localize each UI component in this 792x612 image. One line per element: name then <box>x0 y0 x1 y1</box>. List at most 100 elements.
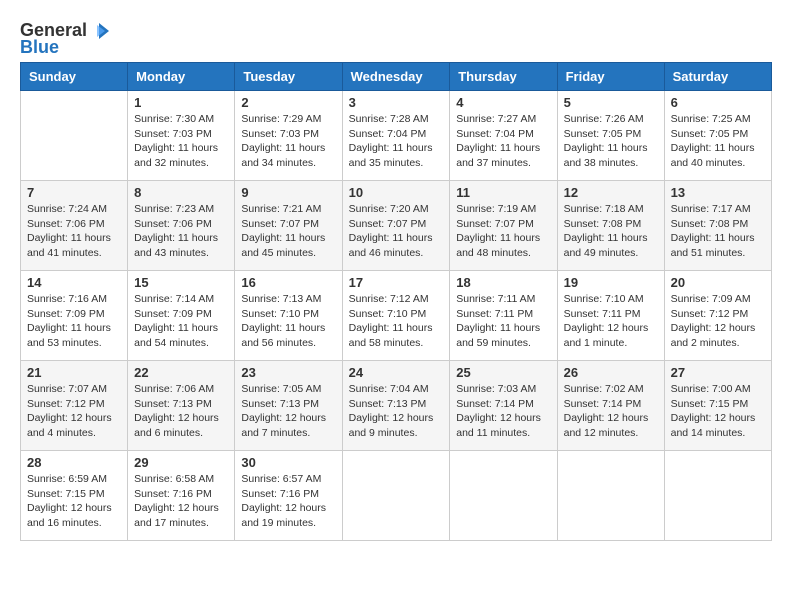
calendar-cell <box>450 451 557 541</box>
day-info: Sunrise: 7:20 AM Sunset: 7:07 PM Dayligh… <box>349 202 444 261</box>
day-info: Sunrise: 7:07 AM Sunset: 7:12 PM Dayligh… <box>27 382 121 441</box>
day-info: Sunrise: 7:00 AM Sunset: 7:15 PM Dayligh… <box>671 382 765 441</box>
calendar-cell: 3 Sunrise: 7:28 AM Sunset: 7:04 PM Daylig… <box>342 91 450 181</box>
day-number: 11 <box>456 185 550 200</box>
logo-bird-icon <box>89 21 109 41</box>
day-info: Sunrise: 7:11 AM Sunset: 7:11 PM Dayligh… <box>456 292 550 351</box>
calendar-cell: 12 Sunrise: 7:18 AM Sunset: 7:08 PM Dayli… <box>557 181 664 271</box>
calendar-cell: 16 Sunrise: 7:13 AM Sunset: 7:10 PM Dayli… <box>235 271 342 361</box>
day-info: Sunrise: 6:59 AM Sunset: 7:15 PM Dayligh… <box>27 472 121 531</box>
day-info: Sunrise: 7:16 AM Sunset: 7:09 PM Dayligh… <box>27 292 121 351</box>
calendar-cell: 14 Sunrise: 7:16 AM Sunset: 7:09 PM Dayli… <box>21 271 128 361</box>
day-info: Sunrise: 7:24 AM Sunset: 7:06 PM Dayligh… <box>27 202 121 261</box>
day-number: 2 <box>241 95 335 110</box>
calendar-cell: 2Sunrise: 7:29 AM Sunset: 7:03 PM Daylig… <box>235 91 342 181</box>
calendar-cell: 20 Sunrise: 7:09 AM Sunset: 7:12 PM Dayli… <box>664 271 771 361</box>
day-number: 15 <box>134 275 228 290</box>
day-number: 12 <box>564 185 658 200</box>
day-info: Sunrise: 7:23 AM Sunset: 7:06 PM Dayligh… <box>134 202 228 261</box>
calendar-cell: 21Sunrise: 7:07 AM Sunset: 7:12 PM Dayli… <box>21 361 128 451</box>
day-number: 14 <box>27 275 121 290</box>
logo-container: General Blue <box>20 20 109 58</box>
day-number: 24 <box>349 365 444 380</box>
calendar-cell: 26Sunrise: 7:02 AM Sunset: 7:14 PM Dayli… <box>557 361 664 451</box>
calendar-week-1: 1 Sunrise: 7:30 AM Sunset: 7:03 PM Daylig… <box>21 91 772 181</box>
calendar-cell: 25Sunrise: 7:03 AM Sunset: 7:14 PM Dayli… <box>450 361 557 451</box>
day-info: Sunrise: 7:06 AM Sunset: 7:13 PM Dayligh… <box>134 382 228 441</box>
day-info: Sunrise: 7:26 AM Sunset: 7:05 PM Dayligh… <box>564 112 658 171</box>
calendar-week-4: 21Sunrise: 7:07 AM Sunset: 7:12 PM Dayli… <box>21 361 772 451</box>
day-number: 17 <box>349 275 444 290</box>
day-number: 18 <box>456 275 550 290</box>
day-info: Sunrise: 7:19 AM Sunset: 7:07 PM Dayligh… <box>456 202 550 261</box>
calendar-cell: 24 Sunrise: 7:04 AM Sunset: 7:13 PM Dayli… <box>342 361 450 451</box>
day-number: 29 <box>134 455 228 470</box>
day-info: Sunrise: 6:58 AM Sunset: 7:16 PM Dayligh… <box>134 472 228 531</box>
day-number: 16 <box>241 275 335 290</box>
calendar-cell: 4 Sunrise: 7:27 AM Sunset: 7:04 PM Daylig… <box>450 91 557 181</box>
day-number: 9 <box>241 185 335 200</box>
calendar-cell: 6Sunrise: 7:25 AM Sunset: 7:05 PM Daylig… <box>664 91 771 181</box>
calendar-cell: 27 Sunrise: 7:00 AM Sunset: 7:15 PM Dayli… <box>664 361 771 451</box>
weekday-header-monday: Monday <box>128 63 235 91</box>
calendar-cell: 23 Sunrise: 7:05 AM Sunset: 7:13 PM Dayli… <box>235 361 342 451</box>
logo: General Blue <box>20 20 109 58</box>
calendar-cell: 7Sunrise: 7:24 AM Sunset: 7:06 PM Daylig… <box>21 181 128 271</box>
day-number: 22 <box>134 365 228 380</box>
day-info: Sunrise: 7:13 AM Sunset: 7:10 PM Dayligh… <box>241 292 335 351</box>
weekday-header-row: SundayMondayTuesdayWednesdayThursdayFrid… <box>21 63 772 91</box>
day-number: 5 <box>564 95 658 110</box>
calendar-cell <box>664 451 771 541</box>
calendar-cell: 28 Sunrise: 6:59 AM Sunset: 7:15 PM Dayli… <box>21 451 128 541</box>
day-info: Sunrise: 7:18 AM Sunset: 7:08 PM Dayligh… <box>564 202 658 261</box>
calendar-cell <box>557 451 664 541</box>
day-info: Sunrise: 7:17 AM Sunset: 7:08 PM Dayligh… <box>671 202 765 261</box>
weekday-header-sunday: Sunday <box>21 63 128 91</box>
day-info: Sunrise: 7:12 AM Sunset: 7:10 PM Dayligh… <box>349 292 444 351</box>
calendar-cell: 22 Sunrise: 7:06 AM Sunset: 7:13 PM Dayli… <box>128 361 235 451</box>
calendar-cell: 29 Sunrise: 6:58 AM Sunset: 7:16 PM Dayli… <box>128 451 235 541</box>
day-info: Sunrise: 7:09 AM Sunset: 7:12 PM Dayligh… <box>671 292 765 351</box>
day-info: Sunrise: 7:04 AM Sunset: 7:13 PM Dayligh… <box>349 382 444 441</box>
day-number: 23 <box>241 365 335 380</box>
weekday-header-saturday: Saturday <box>664 63 771 91</box>
day-number: 27 <box>671 365 765 380</box>
day-info: Sunrise: 7:05 AM Sunset: 7:13 PM Dayligh… <box>241 382 335 441</box>
calendar-cell <box>342 451 450 541</box>
day-number: 19 <box>564 275 658 290</box>
calendar-cell: 9 Sunrise: 7:21 AM Sunset: 7:07 PM Daylig… <box>235 181 342 271</box>
day-info: Sunrise: 7:02 AM Sunset: 7:14 PM Dayligh… <box>564 382 658 441</box>
calendar-cell: 10Sunrise: 7:20 AM Sunset: 7:07 PM Dayli… <box>342 181 450 271</box>
day-number: 8 <box>134 185 228 200</box>
day-number: 1 <box>134 95 228 110</box>
weekday-header-tuesday: Tuesday <box>235 63 342 91</box>
calendar-table: SundayMondayTuesdayWednesdayThursdayFrid… <box>20 62 772 541</box>
calendar-week-3: 14 Sunrise: 7:16 AM Sunset: 7:09 PM Dayli… <box>21 271 772 361</box>
calendar-cell: 30Sunrise: 6:57 AM Sunset: 7:16 PM Dayli… <box>235 451 342 541</box>
day-number: 20 <box>671 275 765 290</box>
day-info: Sunrise: 7:21 AM Sunset: 7:07 PM Dayligh… <box>241 202 335 261</box>
calendar-cell: 13 Sunrise: 7:17 AM Sunset: 7:08 PM Dayli… <box>664 181 771 271</box>
day-number: 4 <box>456 95 550 110</box>
day-info: Sunrise: 6:57 AM Sunset: 7:16 PM Dayligh… <box>241 472 335 531</box>
day-number: 13 <box>671 185 765 200</box>
calendar-cell: 5 Sunrise: 7:26 AM Sunset: 7:05 PM Daylig… <box>557 91 664 181</box>
page-header: General Blue <box>20 20 772 58</box>
calendar-cell: 18 Sunrise: 7:11 AM Sunset: 7:11 PM Dayli… <box>450 271 557 361</box>
weekday-header-wednesday: Wednesday <box>342 63 450 91</box>
day-info: Sunrise: 7:27 AM Sunset: 7:04 PM Dayligh… <box>456 112 550 171</box>
day-info: Sunrise: 7:14 AM Sunset: 7:09 PM Dayligh… <box>134 292 228 351</box>
calendar-cell <box>21 91 128 181</box>
weekday-header-thursday: Thursday <box>450 63 557 91</box>
calendar-week-2: 7Sunrise: 7:24 AM Sunset: 7:06 PM Daylig… <box>21 181 772 271</box>
day-number: 28 <box>27 455 121 470</box>
calendar-cell: 1 Sunrise: 7:30 AM Sunset: 7:03 PM Daylig… <box>128 91 235 181</box>
day-info: Sunrise: 7:28 AM Sunset: 7:04 PM Dayligh… <box>349 112 444 171</box>
calendar-week-5: 28 Sunrise: 6:59 AM Sunset: 7:15 PM Dayli… <box>21 451 772 541</box>
day-number: 3 <box>349 95 444 110</box>
day-info: Sunrise: 7:25 AM Sunset: 7:05 PM Dayligh… <box>671 112 765 171</box>
weekday-header-friday: Friday <box>557 63 664 91</box>
day-info: Sunrise: 7:30 AM Sunset: 7:03 PM Dayligh… <box>134 112 228 171</box>
calendar-cell: 8 Sunrise: 7:23 AM Sunset: 7:06 PM Daylig… <box>128 181 235 271</box>
calendar-cell: 17 Sunrise: 7:12 AM Sunset: 7:10 PM Dayli… <box>342 271 450 361</box>
